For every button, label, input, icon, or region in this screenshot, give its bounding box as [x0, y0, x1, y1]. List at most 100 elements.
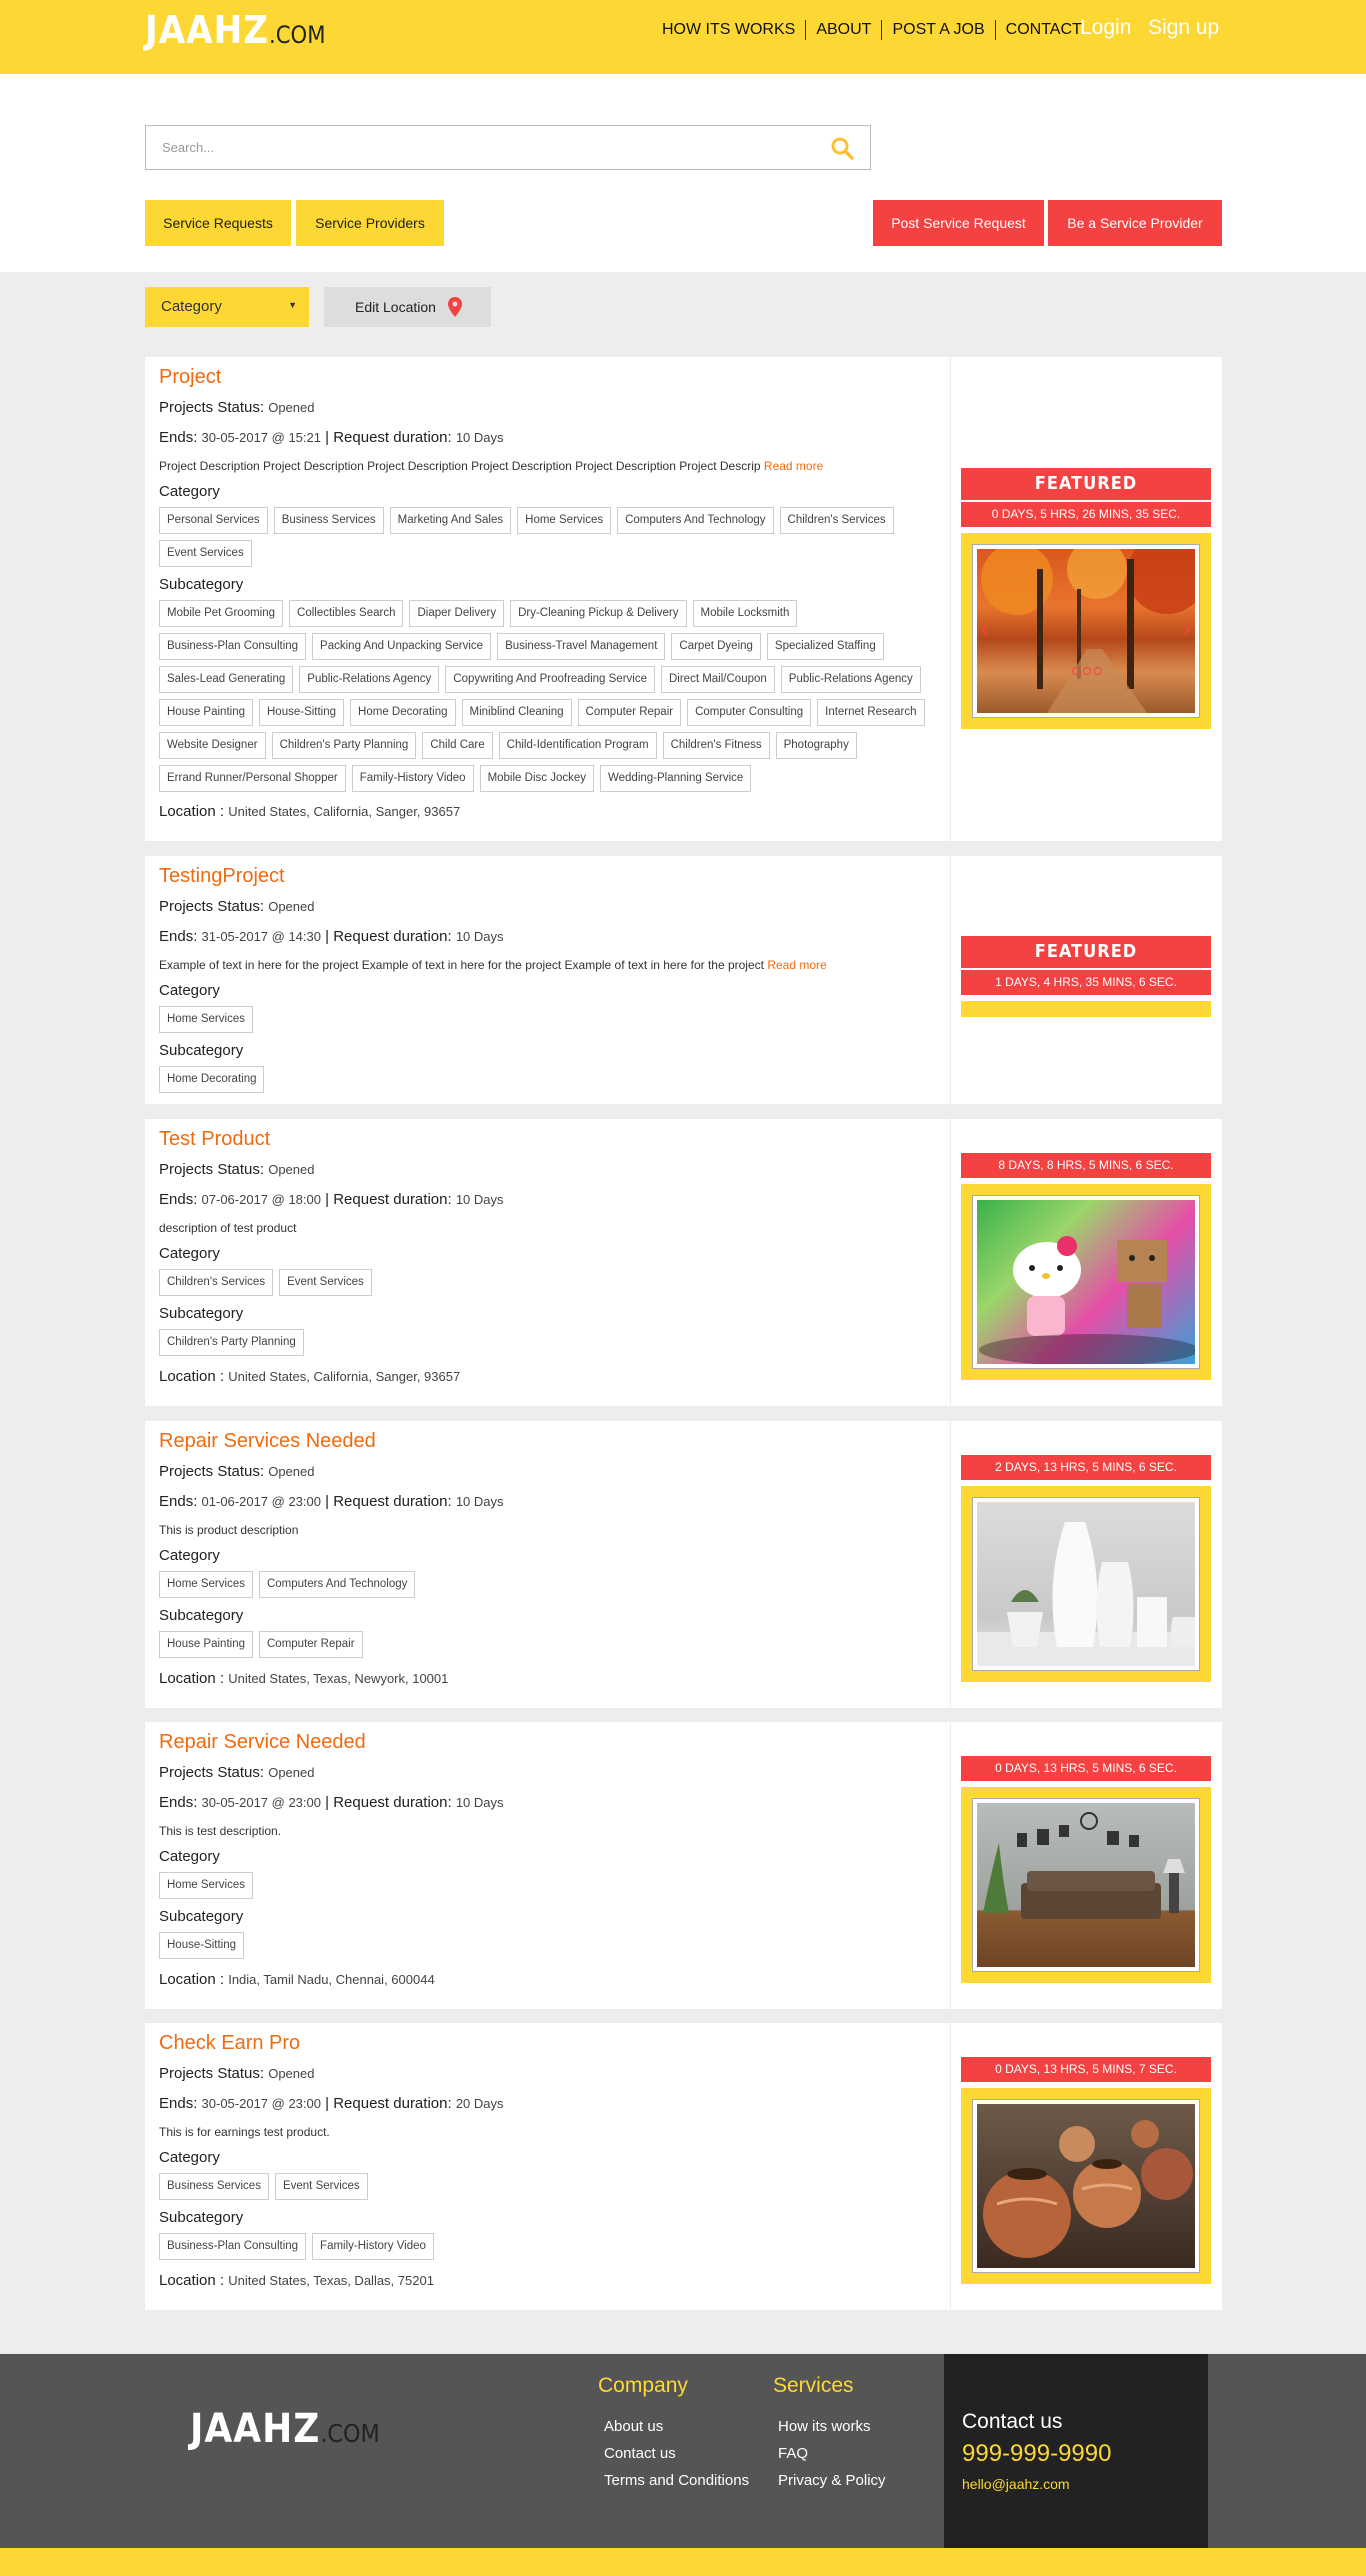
tag-chip[interactable]: House-Sitting — [159, 1932, 245, 1959]
tag-chip[interactable]: Computer Consulting — [687, 699, 812, 726]
tag-chip[interactable]: Home Decorating — [350, 699, 456, 726]
tag-chip[interactable]: Computers And Technology — [258, 1571, 416, 1598]
tag-chip[interactable]: Children's Fitness — [662, 732, 770, 759]
footer-link-contact[interactable]: Contact us — [604, 2445, 676, 2462]
project-image[interactable] — [972, 1798, 1200, 1972]
tag-chip[interactable]: Miniblind Cleaning — [461, 699, 572, 726]
tag-chip[interactable]: Business-Plan Consulting — [159, 633, 307, 660]
tag-chip[interactable]: Internet Research — [817, 699, 925, 726]
nav-about[interactable]: ABOUT — [806, 20, 883, 40]
tag-chip[interactable]: Diaper Delivery — [409, 600, 505, 627]
search-icon[interactable] — [830, 136, 854, 160]
tag-chip[interactable]: Sales-Lead Generating — [159, 666, 294, 693]
category-tags: Children's Services Event Services — [159, 1269, 949, 1302]
logo[interactable]: JAAHZ.COM — [145, 8, 326, 52]
tag-chip[interactable]: Business-Travel Management — [497, 633, 666, 660]
tag-chip[interactable]: House-Sitting — [259, 699, 345, 726]
tag-chip[interactable]: Home Decorating — [159, 1066, 265, 1093]
signup-link[interactable]: Sign up — [1148, 16, 1219, 40]
tag-chip[interactable]: Business-Plan Consulting — [159, 2233, 307, 2260]
tag-chip[interactable]: Errand Runner/Personal Shopper — [159, 765, 346, 792]
footer-link-faq[interactable]: FAQ — [778, 2445, 808, 2462]
tag-chip[interactable]: Personal Services — [159, 507, 268, 534]
category-select[interactable]: Category ▼ — [145, 287, 309, 327]
tag-chip[interactable]: Computers And Technology — [617, 507, 774, 534]
tag-chip[interactable]: Home Services — [159, 1571, 253, 1598]
description-text: Project Description Project Description … — [159, 459, 761, 473]
tag-chip[interactable]: Home Services — [159, 1006, 253, 1033]
service-requests-button[interactable]: Service Requests — [145, 200, 291, 246]
project-title[interactable]: Check Earn Pro — [159, 2032, 300, 2055]
pottery-illustration — [983, 2120, 1193, 2258]
tag-chip[interactable]: Family-History Video — [312, 2233, 434, 2260]
be-a-service-provider-button[interactable]: Be a Service Provider — [1048, 200, 1222, 246]
tag-chip[interactable]: Children's Party Planning — [271, 732, 417, 759]
footer-link-terms[interactable]: Terms and Conditions — [604, 2472, 749, 2489]
post-service-request-button[interactable]: Post Service Request — [873, 200, 1044, 246]
nav-post-a-job[interactable]: POST A JOB — [882, 20, 996, 40]
project-title[interactable]: Test Product — [159, 1128, 270, 1151]
tag-chip[interactable]: Computer Repair — [577, 699, 682, 726]
footer-link-how-its-works[interactable]: How its works — [778, 2418, 871, 2435]
tag-chip[interactable]: Children's Party Planning — [159, 1329, 304, 1356]
project-title[interactable]: Project — [159, 366, 221, 389]
read-more-link[interactable]: Read more — [764, 459, 823, 473]
project-image[interactable] — [972, 1195, 1200, 1369]
project-card: Test Product Projects Status: Opened End… — [145, 1119, 1222, 1406]
tag-chip[interactable]: Home Services — [517, 507, 612, 534]
tag-chip[interactable]: Carpet Dyeing — [671, 633, 761, 660]
tag-chip[interactable]: Event Services — [159, 540, 252, 567]
read-more-link[interactable]: Read more — [767, 958, 826, 972]
tag-chip[interactable]: Collectibles Search — [289, 600, 404, 627]
tag-chip[interactable]: Mobile Pet Grooming — [159, 600, 284, 627]
nav-contact[interactable]: CONTACT — [996, 20, 1092, 40]
edit-location-button[interactable]: Edit Location — [324, 287, 491, 327]
tag-chip[interactable]: Packing And Unpacking Service — [312, 633, 492, 660]
project-status: Projects Status: Opened — [159, 2065, 314, 2082]
project-title[interactable]: TestingProject — [159, 865, 285, 888]
tag-chip[interactable]: Business Services — [159, 2173, 269, 2200]
tag-chip[interactable]: Child-Identification Program — [498, 732, 657, 759]
tag-chip[interactable]: Direct Mail/Coupon — [660, 666, 775, 693]
tag-chip[interactable]: Children's Services — [779, 507, 894, 534]
project-aside: 2 DAYS, 13 HRS, 5 MINS, 6 SEC. — [961, 1453, 1211, 1682]
tag-chip[interactable]: Public-Relations Agency — [780, 666, 921, 693]
contact-email[interactable]: hello@jaahz.com — [962, 2476, 1070, 2492]
tag-chip[interactable]: Marketing And Sales — [389, 507, 512, 534]
search-input[interactable]: Search... — [145, 125, 871, 170]
carousel-prev-icon[interactable]: ‹ — [981, 615, 989, 643]
tag-chip[interactable]: Home Services — [159, 1872, 253, 1899]
tag-chip[interactable]: Computer Repair — [259, 1631, 363, 1658]
tag-chip[interactable]: Family-History Video — [351, 765, 474, 792]
project-image[interactable] — [972, 1497, 1200, 1671]
tag-chip[interactable]: Event Services — [274, 2173, 368, 2200]
tag-chip[interactable]: Mobile Locksmith — [692, 600, 798, 627]
service-providers-button[interactable]: Service Providers — [296, 200, 444, 246]
image-carousel[interactable]: ‹ › — [972, 544, 1200, 718]
project-image[interactable] — [972, 2099, 1200, 2273]
nav-how-its-works[interactable]: HOW ITS WORKS — [652, 20, 807, 40]
tag-chip[interactable]: Dry-Cleaning Pickup & Delivery — [510, 600, 687, 627]
tag-chip[interactable]: Public-Relations Agency — [299, 666, 440, 693]
tag-chip[interactable]: House Painting — [159, 1631, 253, 1658]
tag-chip[interactable]: Wedding-Planning Service — [599, 765, 752, 792]
tag-chip[interactable]: House Painting — [159, 699, 253, 726]
footer-logo[interactable]: JAAHZ.COM — [190, 2406, 380, 2452]
project-title[interactable]: Repair Services Needed — [159, 1430, 376, 1453]
tag-chip[interactable]: Children's Services — [159, 1269, 274, 1296]
footer-link-about[interactable]: About us — [604, 2418, 663, 2435]
tag-chip[interactable]: Website Designer — [159, 732, 266, 759]
tag-chip[interactable]: Photography — [775, 732, 857, 759]
tag-chip[interactable]: Event Services — [279, 1269, 372, 1296]
contact-phone[interactable]: 999-999-9990 — [962, 2440, 1111, 2468]
tag-chip[interactable]: Mobile Disc Jockey — [479, 765, 594, 792]
carousel-dots[interactable] — [1072, 667, 1102, 675]
project-title[interactable]: Repair Service Needed — [159, 1731, 366, 1754]
carousel-next-icon[interactable]: › — [1183, 615, 1191, 643]
tag-chip[interactable]: Child Care — [422, 732, 493, 759]
footer-link-privacy[interactable]: Privacy & Policy — [778, 2472, 886, 2489]
tag-chip[interactable]: Copywriting And Proofreading Service — [445, 666, 655, 693]
tag-chip[interactable]: Business Services — [273, 507, 384, 534]
login-link[interactable]: Login — [1080, 16, 1131, 40]
tag-chip[interactable]: Specialized Staffing — [766, 633, 884, 660]
